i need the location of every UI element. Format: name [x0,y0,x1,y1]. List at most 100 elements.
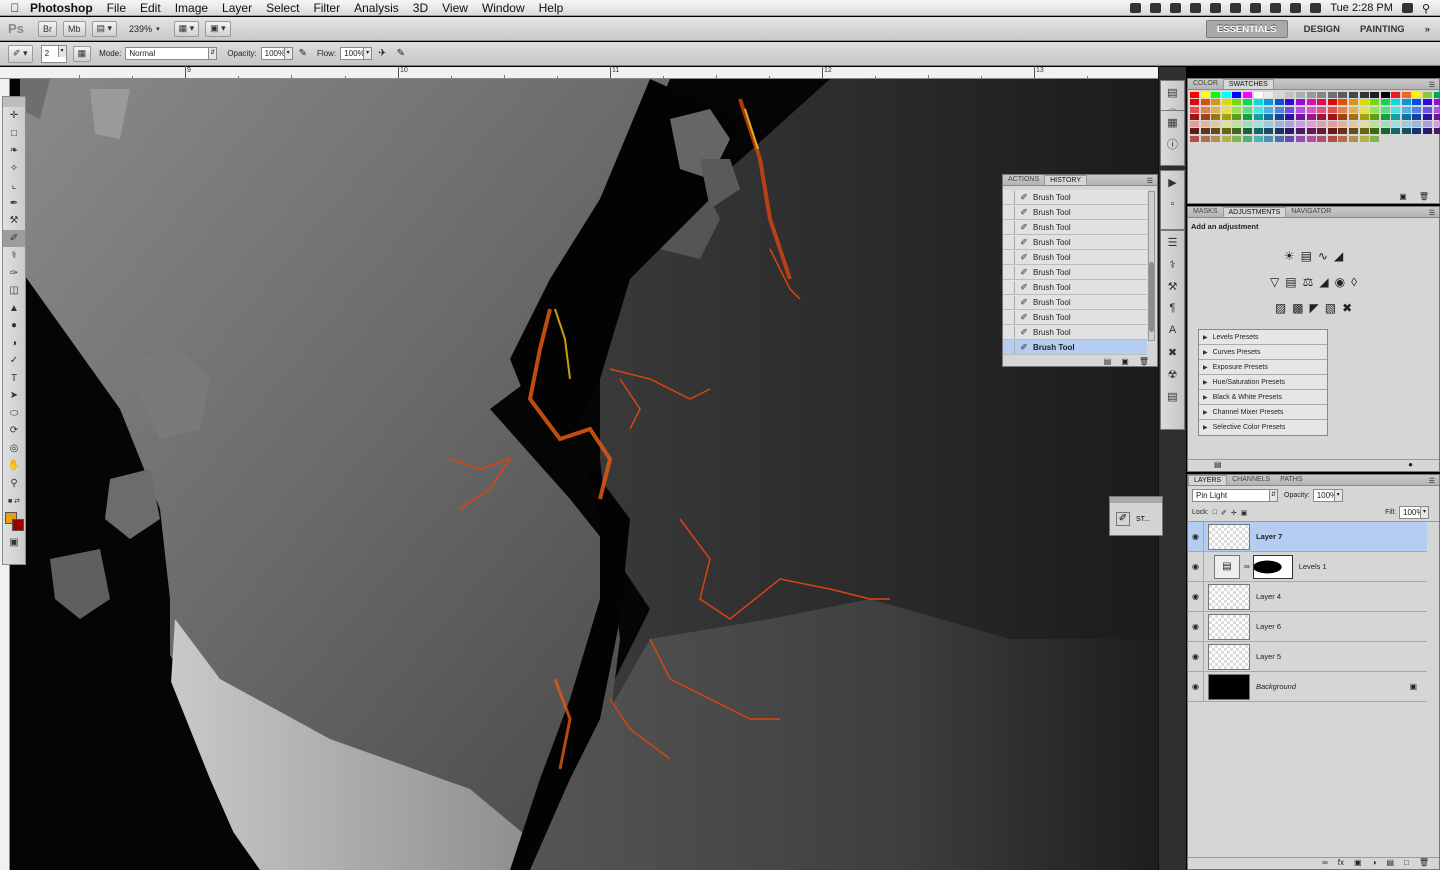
swatch[interactable] [1274,113,1284,120]
exposure-icon[interactable]: ◢ [1334,249,1343,263]
swatch[interactable] [1232,99,1242,106]
swatch[interactable] [1190,113,1199,120]
3d-rotate-tool-icon[interactable]: ⟳ [3,422,25,440]
swatch[interactable] [1338,128,1348,135]
preset-item[interactable]: ▶ Levels Presets [1199,330,1327,345]
swatch[interactable] [1327,99,1337,106]
swatch[interactable] [1423,128,1433,135]
swatch[interactable] [1433,113,1440,120]
panel-menu-icon[interactable]: ☰ [1147,177,1157,185]
channel-mixer-icon[interactable]: ◊ [1351,275,1357,289]
history-item[interactable]: ✐ Brush Tool [1003,265,1147,280]
swatch[interactable] [1338,92,1348,98]
layer-style-icon[interactable]: fx [1338,858,1344,869]
history-item[interactable]: ✐ Brush Tool [1003,190,1147,205]
swatch[interactable] [1200,113,1210,120]
swatch[interactable] [1264,99,1274,106]
lock-position-icon[interactable]: ✛ [1231,509,1237,517]
tab-masks[interactable]: MASKS [1188,207,1223,217]
menu-layer[interactable]: Layer [222,1,252,15]
actions-panel-icon[interactable]: ▶ [1161,171,1184,193]
swatch[interactable] [1274,99,1284,106]
swatch[interactable] [1253,135,1263,142]
layer-name[interactable]: Layer 6 [1256,622,1281,631]
zoom-dropdown-icon[interactable]: ▾ [156,25,160,33]
clone-stamp-tool-icon[interactable]: ⚕ [3,247,25,265]
new-group-icon[interactable]: ▤ [1386,858,1394,869]
lasso-tool-icon[interactable]: ❧ [3,142,25,160]
crop-tool-icon[interactable]: ⌞ [3,177,25,195]
tab-color[interactable]: COLOR [1188,79,1223,89]
move-tool-icon[interactable]: ✛ [3,107,25,125]
blend-mode-select[interactable]: Pin Light ⇵ [1192,488,1278,502]
history-scroll-thumb[interactable] [1149,262,1154,332]
image-panel-icon[interactable]: ▦ [1161,111,1184,133]
clip-to-layer-icon[interactable]: ● [1408,460,1413,471]
swatch[interactable] [1359,135,1369,142]
brush-size-picker[interactable]: 2 ▾ [40,44,67,63]
3d-panel-icon[interactable]: ☢ [1161,363,1184,385]
pen-tool-icon[interactable]: ✓ [3,352,25,370]
swatch[interactable] [1306,135,1316,142]
menu-edit[interactable]: Edit [140,1,161,15]
swatch[interactable] [1423,113,1433,120]
swatch[interactable] [1274,121,1284,128]
workspace-essentials[interactable]: ESSENTIALS [1205,20,1288,38]
swatch[interactable] [1412,92,1422,98]
swatch[interactable] [1348,121,1358,128]
swatch[interactable] [1190,128,1199,135]
swatch[interactable] [1433,106,1440,113]
threshold-icon[interactable]: ◤ [1310,301,1319,315]
swatch[interactable] [1433,121,1440,128]
swatch[interactable] [1359,92,1369,98]
swatch[interactable] [1306,92,1316,98]
eye-icon[interactable]: ◉ [1188,581,1204,612]
swatch[interactable] [1295,92,1305,98]
swatch[interactable] [1423,121,1433,128]
settings-icon[interactable] [1210,3,1222,13]
swatch[interactable] [1232,121,1242,128]
preset-item[interactable]: ▶ Curves Presets [1199,345,1327,360]
user-icon[interactable] [1401,3,1413,13]
vibrance-icon[interactable]: ▽ [1270,275,1279,289]
layer-row[interactable]: ◉ Layer 7 [1188,521,1427,552]
swatch[interactable] [1264,128,1274,135]
swatch[interactable] [1232,135,1242,142]
swatch[interactable] [1232,128,1242,135]
eraser-tool-icon[interactable]: ◫ [3,282,25,300]
tab-paths[interactable]: PATHS [1275,475,1307,485]
swatch[interactable] [1317,135,1327,142]
history-item[interactable]: ✐ Brush Tool [1003,205,1147,220]
swatch[interactable] [1317,113,1327,120]
swatch[interactable] [1295,128,1305,135]
tab-navigator[interactable]: NAVIGATOR [1286,207,1336,217]
swatch[interactable] [1274,135,1284,142]
swatch[interactable] [1242,92,1252,98]
eyedropper-tool-icon[interactable]: ✒ [3,195,25,213]
swatch[interactable] [1285,135,1295,142]
sync-icon[interactable] [1170,3,1182,13]
history-checkbox[interactable] [1006,325,1015,339]
swatch[interactable] [1338,121,1348,128]
swatch[interactable] [1401,113,1411,120]
adobe-icon[interactable] [1150,3,1162,13]
arrange-documents-button[interactable]: ▦ ▾ [173,20,200,37]
swatch[interactable] [1200,135,1210,142]
swatch[interactable] [1348,99,1358,106]
swatch[interactable] [1412,121,1422,128]
swatch[interactable] [1253,92,1263,98]
curves-icon[interactable]: ∿ [1318,249,1328,263]
preset-item[interactable]: ▶ Selective Color Presets [1199,420,1327,435]
swatch[interactable] [1285,121,1295,128]
swatch[interactable] [1380,113,1390,120]
3d-orbit-tool-icon[interactable]: ◎ [3,440,25,458]
photo-filter-icon[interactable]: ◉ [1335,275,1345,289]
swatch[interactable] [1359,99,1369,106]
volume-icon[interactable] [1290,3,1302,13]
new-document-from-state-icon[interactable]: ▤ [1104,357,1112,369]
swatch[interactable] [1264,121,1274,128]
link-layers-icon[interactable]: ∞ [1322,858,1328,869]
swatch[interactable] [1370,135,1380,142]
chain-link-icon[interactable]: ∞ [1244,562,1250,571]
delete-swatch-icon[interactable]: 🗑 [1419,192,1429,201]
